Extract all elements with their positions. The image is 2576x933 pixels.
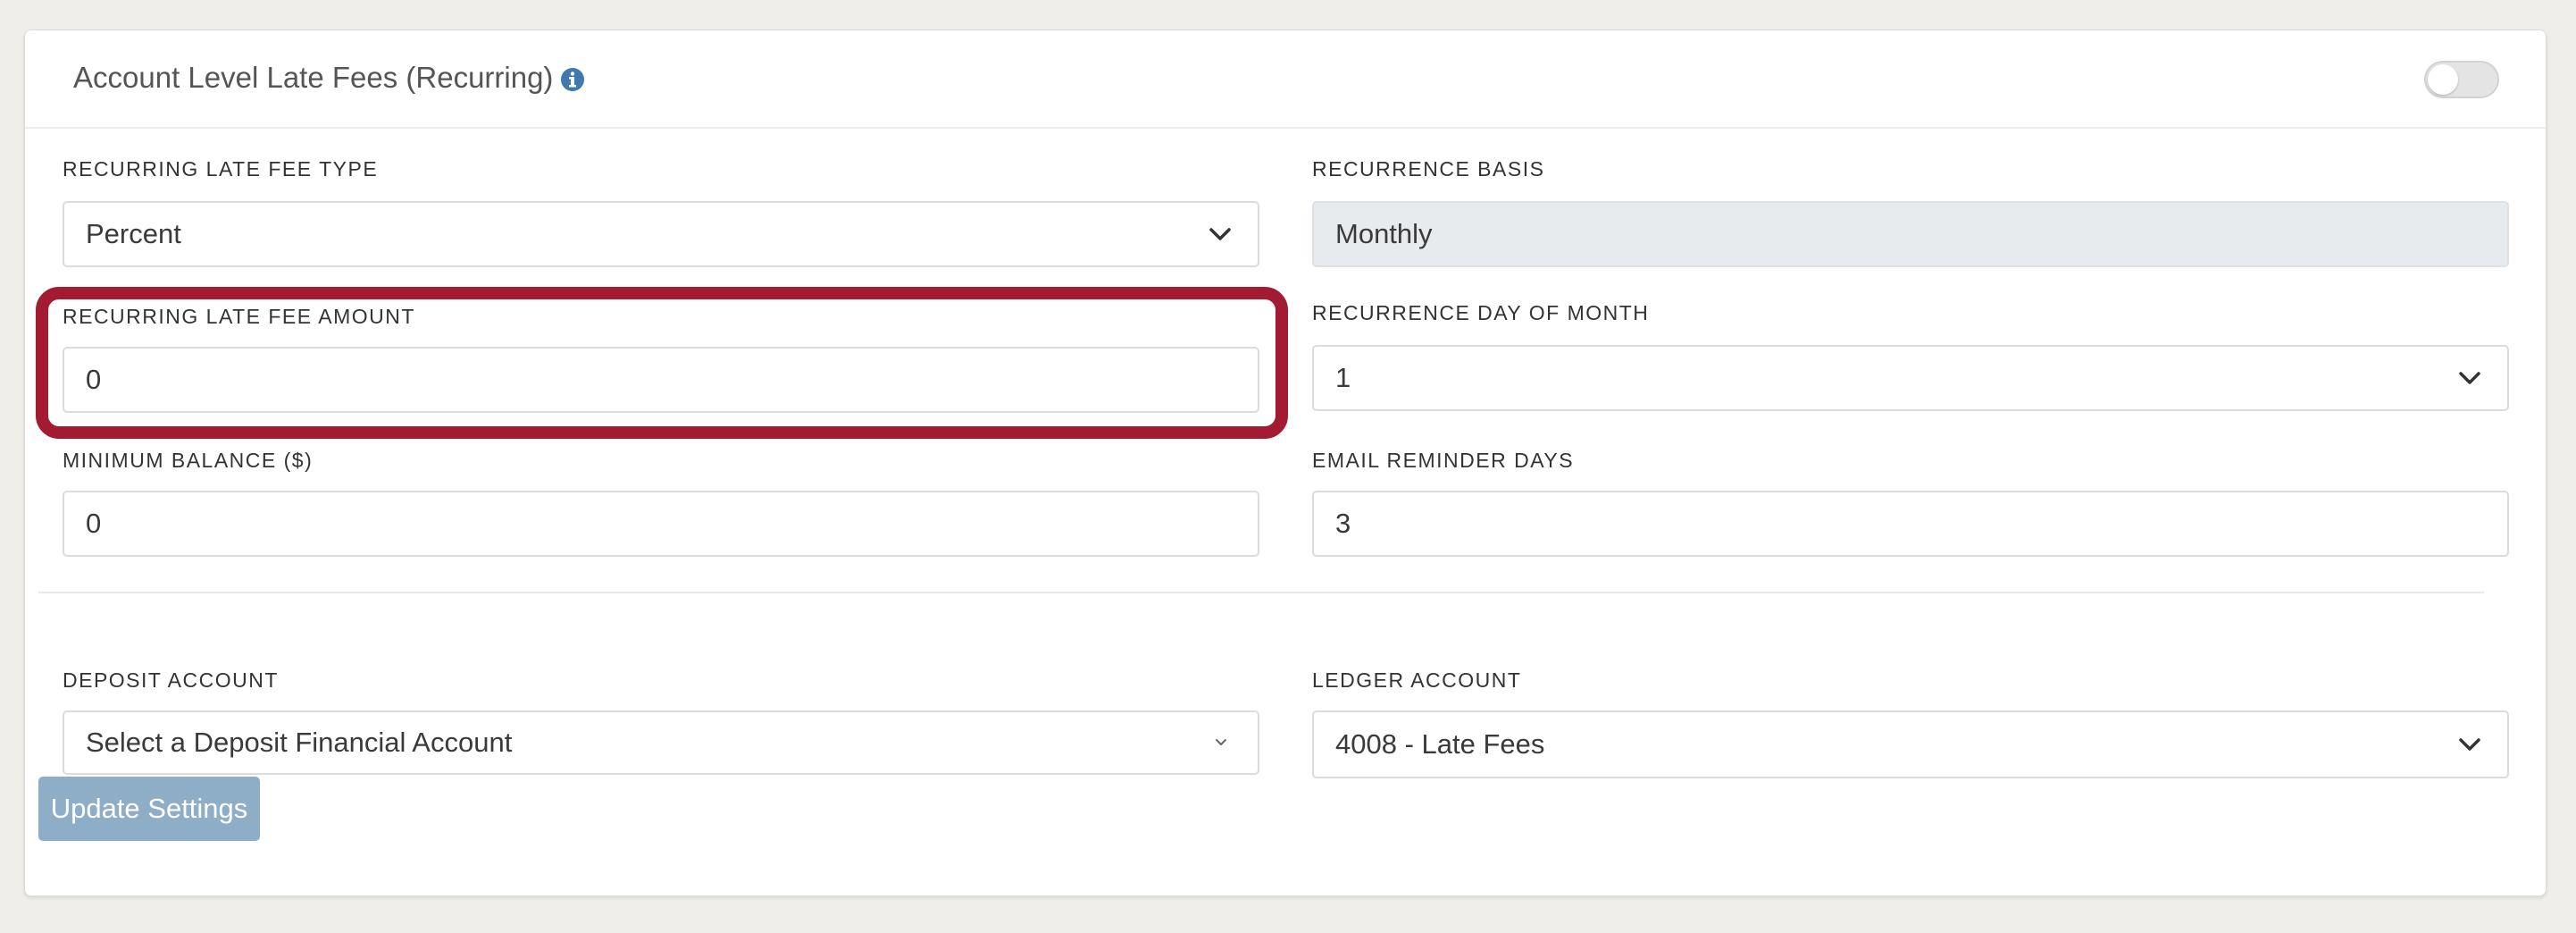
enable-toggle[interactable] <box>2424 61 2499 98</box>
chevron-down-icon <box>2459 372 2480 384</box>
panel-title-text: Account Level Late Fees (Recurring) <box>73 61 554 94</box>
update-settings-button[interactable]: Update Settings <box>38 777 260 841</box>
minimum-balance-input[interactable]: 0 <box>63 491 1259 557</box>
late-fee-amount-input[interactable]: 0 <box>63 347 1259 413</box>
recurrence-basis-value: Monthly <box>1335 218 1433 249</box>
late-fee-type-select[interactable]: Percent <box>63 201 1259 267</box>
chevron-down-icon <box>1209 228 1231 240</box>
ledger-account-select[interactable]: 4008 - Late Fees <box>1312 710 2509 778</box>
recurrence-day-label: RECURRENCE DAY OF MONTH <box>1312 301 1650 324</box>
late-fee-type-label: RECURRING LATE FEE TYPE <box>63 157 379 181</box>
email-reminder-days-input[interactable]: 3 <box>1312 491 2509 557</box>
chevron-down-icon <box>2459 738 2480 751</box>
chevron-down-icon <box>1216 739 1226 745</box>
toggle-knob <box>2428 64 2458 95</box>
recurrence-basis-label: RECURRENCE BASIS <box>1312 157 1545 181</box>
deposit-account-value: Select a Deposit Financial Account <box>86 727 513 758</box>
ledger-account-label: LEDGER ACCOUNT <box>1312 668 1522 692</box>
recurrence-day-select[interactable]: 1 <box>1312 345 2509 411</box>
recurrence-day-value: 1 <box>1335 362 1351 393</box>
deposit-account-label: DEPOSIT ACCOUNT <box>63 668 279 692</box>
late-fee-amount-value: 0 <box>86 364 102 395</box>
minimum-balance-label: MINIMUM BALANCE ($) <box>63 449 314 472</box>
update-settings-label: Update Settings <box>50 793 248 824</box>
info-circle-icon[interactable] <box>560 65 585 91</box>
late-fee-type-value: Percent <box>86 218 181 249</box>
panel-title: Account Level Late Fees (Recurring) <box>73 61 585 95</box>
email-reminder-days-label: EMAIL REMINDER DAYS <box>1312 449 1575 472</box>
recurrence-basis-field: Monthly <box>1312 201 2509 267</box>
minimum-balance-value: 0 <box>86 508 102 539</box>
deposit-account-select[interactable]: Select a Deposit Financial Account <box>63 710 1259 775</box>
section-divider <box>38 592 2484 593</box>
email-reminder-days-value: 3 <box>1335 508 1351 539</box>
ledger-account-value: 4008 - Late Fees <box>1335 728 1545 760</box>
card-header: Account Level Late Fees (Recurring) <box>25 30 2546 129</box>
late-fee-amount-label: RECURRING LATE FEE AMOUNT <box>63 305 415 328</box>
